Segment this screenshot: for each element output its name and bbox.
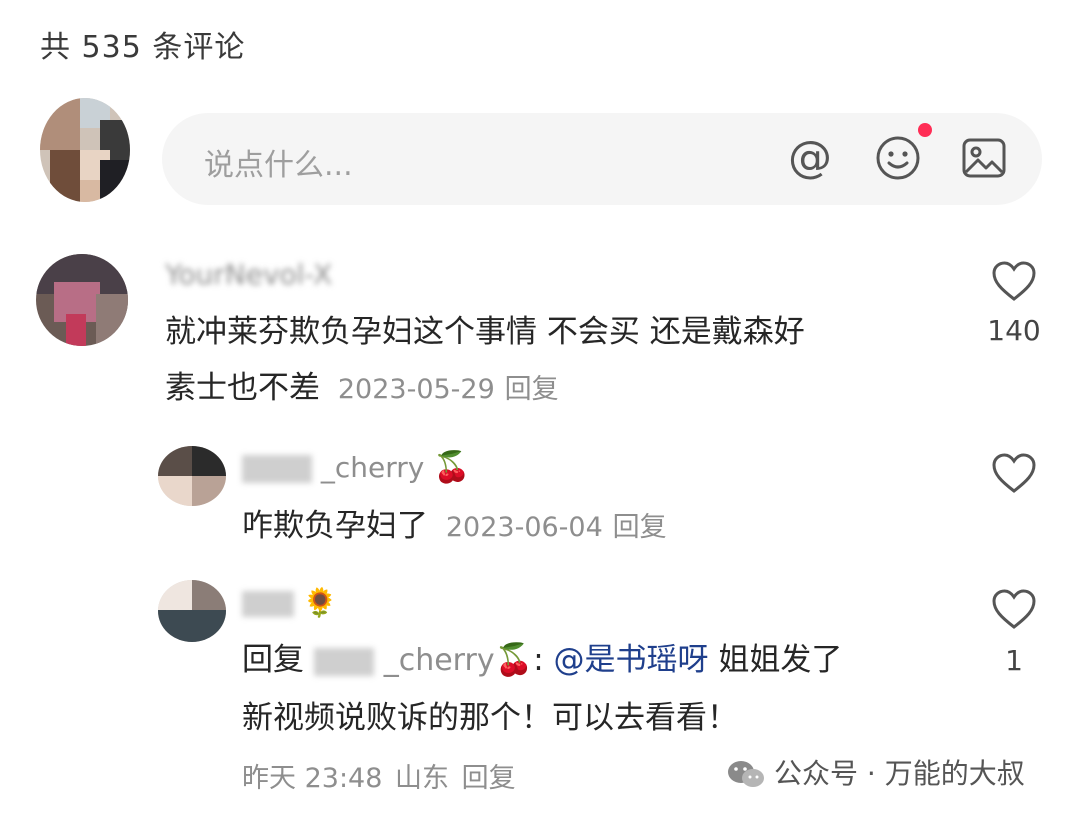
like-icon[interactable] (991, 452, 1037, 494)
reply-text-line: 回复 _cherry🍒: @是书瑶呀 姐姐发了 (242, 642, 843, 678)
like-count: 1 (1005, 644, 1023, 677)
reply-button[interactable]: 回复 (505, 374, 559, 405)
reply-to-username[interactable]: _cherry (384, 643, 495, 678)
reply-username[interactable]: 🌻 (242, 586, 338, 619)
like-icon[interactable] (991, 588, 1037, 630)
comment-text-line2: 素士也不差 2023-05-29 回复 (165, 370, 559, 406)
comment-location: 山东 (395, 763, 449, 794)
comments-count-title: 共 535 条评论 (40, 30, 246, 65)
mention-link[interactable]: @是书瑶呀 (554, 642, 709, 678)
at-icon[interactable]: @ (788, 136, 832, 180)
reply-button[interactable]: 回复 (462, 763, 516, 794)
wechat-icon (728, 761, 764, 787)
comment-date: 2023-05-29 (337, 374, 495, 405)
image-icon[interactable] (962, 138, 1006, 178)
avatar[interactable] (40, 98, 130, 202)
comment-username[interactable]: YourNevol-X (165, 258, 332, 291)
smile-icon[interactable] (875, 135, 921, 181)
sunflower-emoji: 🌻 (302, 586, 338, 619)
reply-text-line: 咋欺负孕妇了 2023-06-04 回复 (242, 498, 667, 556)
reply-username[interactable]: _cherry 🍒 (242, 450, 471, 485)
like-icon[interactable] (991, 260, 1037, 302)
reply-prefix: 回复 (242, 642, 304, 678)
avatar[interactable] (36, 254, 128, 346)
reply-meta: 昨天 23:48 山东 回复 (242, 756, 516, 795)
comment-text: 就冲莱芬欺负孕妇这个事情 不会买 还是戴森好 (165, 314, 805, 350)
cherry-emoji: 🍒 (433, 450, 471, 485)
like-count: 140 (987, 314, 1041, 347)
avatar[interactable] (158, 446, 226, 506)
reply-button[interactable]: 回复 (613, 512, 667, 543)
comment-input-placeholder: 说点什么... (204, 148, 353, 183)
watermark: 公众号 · 万能的大叔 (726, 752, 1025, 792)
comment-date: 2023-06-04 (445, 512, 603, 543)
avatar[interactable] (158, 580, 226, 642)
comment-time: 昨天 23:48 (242, 763, 383, 794)
cherry-emoji: 🍒 (494, 642, 534, 678)
notification-dot (918, 123, 932, 137)
reply-text: 咋欺负孕妇了 (242, 508, 428, 544)
reply-text-line2: 新视频说败诉的那个！可以去看看！ (242, 700, 738, 736)
